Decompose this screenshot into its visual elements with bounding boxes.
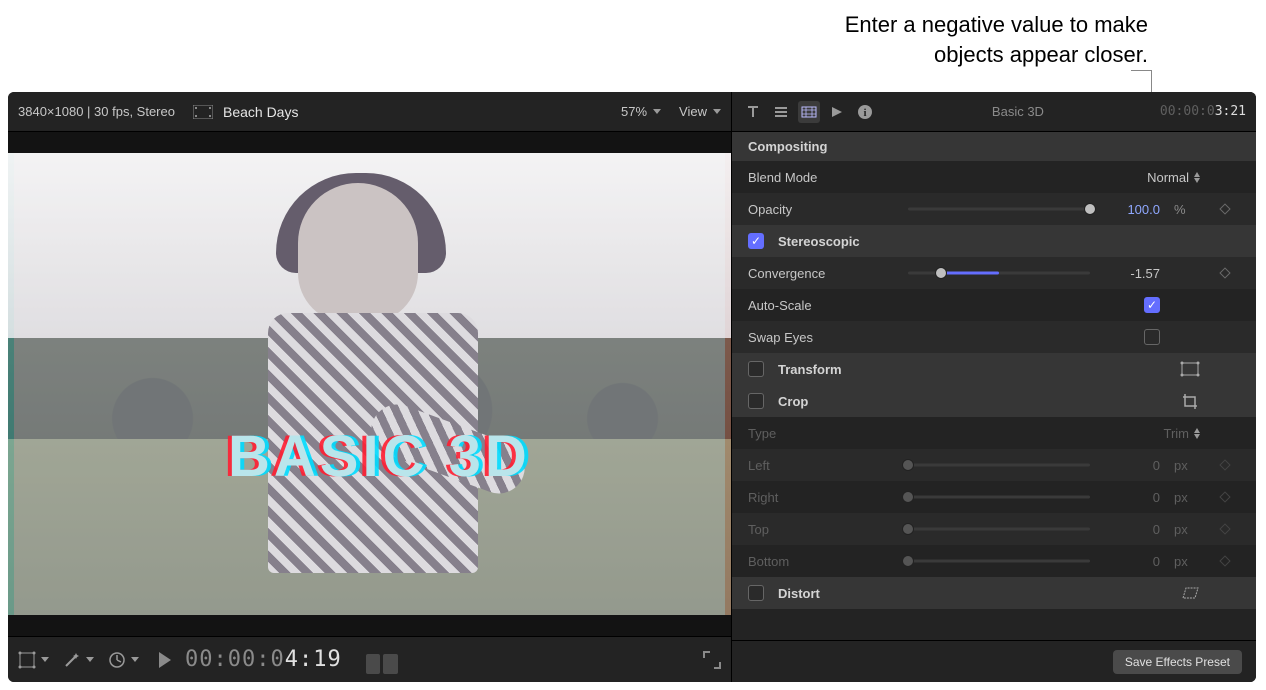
convergence-slider[interactable]	[908, 265, 1090, 281]
fullscreen-icon	[703, 651, 721, 669]
convergence-value[interactable]: -1.57	[1100, 266, 1160, 281]
stereoscopic-header: Stereoscopic	[732, 225, 1256, 257]
generator-inspector-tab[interactable]	[770, 101, 792, 123]
save-effects-preset-button[interactable]: Save Effects Preset	[1113, 650, 1242, 674]
crop-header: Crop	[732, 385, 1256, 417]
inspector-body: Compositing Blend Mode Normal Opacity 10…	[732, 132, 1256, 640]
info-inspector-tab[interactable]: i	[854, 101, 876, 123]
distort-label: Distort	[778, 586, 1170, 601]
convergence-row: Convergence -1.57	[732, 257, 1256, 289]
crop-bottom-row: Bottom 0 px	[732, 545, 1256, 577]
stereoscopic-enable-checkbox[interactable]	[748, 233, 764, 249]
callout-text: Enter a negative value to make objects a…	[845, 10, 1148, 70]
convergence-keyframe[interactable]	[1210, 269, 1240, 277]
swap-eyes-checkbox[interactable]	[1144, 329, 1160, 345]
distort-onscreen-icon[interactable]	[1180, 585, 1200, 601]
zoom-popup[interactable]: 57%	[621, 104, 661, 119]
app-window: 3840×1080 | 30 fps, Stereo Beach Days 57…	[8, 92, 1256, 682]
chevron-down-icon	[41, 657, 49, 662]
chevron-down-icon	[86, 657, 94, 662]
crop-top-keyframe[interactable]	[1210, 525, 1240, 533]
play-button[interactable]	[159, 652, 171, 668]
clip-format-info: 3840×1080 | 30 fps, Stereo	[18, 104, 175, 119]
crop-right-keyframe[interactable]	[1210, 493, 1240, 501]
crop-onscreen-icon[interactable]	[1180, 393, 1200, 409]
view-label: View	[679, 104, 707, 119]
crop-type-label: Type	[748, 426, 898, 441]
chevron-down-icon	[653, 109, 661, 114]
crop-bottom-keyframe[interactable]	[1210, 557, 1240, 565]
crop-type-popup[interactable]: Trim	[1163, 426, 1200, 441]
opacity-unit: %	[1174, 202, 1200, 217]
stepper-icon	[1194, 428, 1200, 439]
inspector-pane: i Basic 3D 00:00:03:21 Compositing Blend…	[732, 92, 1256, 682]
viewer-pane: 3840×1080 | 30 fps, Stereo Beach Days 57…	[8, 92, 732, 682]
video-inspector-tab[interactable]	[798, 101, 820, 123]
overlay-3d-title: BASIC 3D	[228, 423, 531, 490]
view-popup[interactable]: View	[679, 104, 721, 119]
crop-left-row: Left 0 px	[732, 449, 1256, 481]
preview-image: BASIC 3D	[8, 153, 731, 615]
convergence-label: Convergence	[748, 266, 898, 281]
autoscale-row: Auto-Scale	[732, 289, 1256, 321]
chevron-down-icon	[713, 109, 721, 114]
callout-line1: Enter a negative value to make	[845, 12, 1148, 37]
zoom-value: 57%	[621, 104, 647, 119]
transform-onscreen-icon[interactable]	[1180, 361, 1200, 377]
viewer-header: 3840×1080 | 30 fps, Stereo Beach Days 57…	[8, 92, 731, 132]
crop-label: Crop	[778, 394, 1170, 409]
viewer-title-group[interactable]: Beach Days	[193, 104, 298, 120]
crop-left-slider[interactable]	[908, 457, 1090, 473]
transport-timecode[interactable]: 00:00:04:19	[185, 647, 342, 672]
blend-mode-popup[interactable]: Normal	[1147, 170, 1200, 185]
crop-top-row: Top 0 px	[732, 513, 1256, 545]
blend-mode-label: Blend Mode	[748, 170, 898, 185]
swap-eyes-row: Swap Eyes	[732, 321, 1256, 353]
inspector-timecode: 00:00:03:21	[1160, 104, 1246, 119]
text-inspector-tab[interactable]	[742, 101, 764, 123]
retime-tool-popup[interactable]	[108, 651, 139, 669]
audio-meter[interactable]	[366, 646, 398, 674]
enhance-tool-popup[interactable]	[63, 651, 94, 669]
opacity-slider[interactable]	[908, 201, 1090, 217]
opacity-label: Opacity	[748, 202, 898, 217]
inspector-footer: Save Effects Preset	[732, 640, 1256, 682]
autoscale-checkbox[interactable]	[1144, 297, 1160, 313]
audio-inspector-tab[interactable]	[826, 101, 848, 123]
transport-bar: 00:00:04:19	[8, 636, 731, 682]
crop-top-slider[interactable]	[908, 521, 1090, 537]
transform-label: Transform	[778, 362, 1170, 377]
opacity-keyframe[interactable]	[1210, 205, 1240, 213]
crop-right-slider[interactable]	[908, 489, 1090, 505]
callout-line2: objects appear closer.	[934, 42, 1148, 67]
fullscreen-button[interactable]	[703, 651, 721, 669]
opacity-row: Opacity 100.0 %	[732, 193, 1256, 225]
chevron-down-icon	[131, 657, 139, 662]
viewer-canvas[interactable]: BASIC 3D	[8, 132, 731, 636]
swap-eyes-label: Swap Eyes	[748, 330, 898, 345]
crop-type-row: Type Trim	[732, 417, 1256, 449]
crop-bottom-slider[interactable]	[908, 553, 1090, 569]
stepper-icon	[1194, 172, 1200, 183]
distort-enable-checkbox[interactable]	[748, 585, 764, 601]
transform-tool-popup[interactable]	[18, 651, 49, 669]
compositing-header: Compositing	[732, 132, 1256, 161]
timecode-dim: 00:00:0	[185, 647, 285, 672]
inspector-clip-name: Basic 3D	[882, 104, 1154, 119]
filmstrip-icon	[193, 105, 213, 119]
svg-text:i: i	[863, 107, 866, 119]
autoscale-label: Auto-Scale	[748, 298, 898, 313]
opacity-value[interactable]: 100.0	[1100, 202, 1160, 217]
distort-header: Distort	[732, 577, 1256, 609]
inspector-header: i Basic 3D 00:00:03:21	[732, 92, 1256, 132]
transform-header: Transform	[732, 353, 1256, 385]
crop-left-keyframe[interactable]	[1210, 461, 1240, 469]
timecode-bright: 4:19	[285, 647, 342, 672]
transform-enable-checkbox[interactable]	[748, 361, 764, 377]
clip-title: Beach Days	[223, 104, 298, 120]
stereoscopic-label: Stereoscopic	[778, 234, 1240, 249]
crop-enable-checkbox[interactable]	[748, 393, 764, 409]
blend-mode-row: Blend Mode Normal	[732, 161, 1256, 193]
crop-right-row: Right 0 px	[732, 481, 1256, 513]
